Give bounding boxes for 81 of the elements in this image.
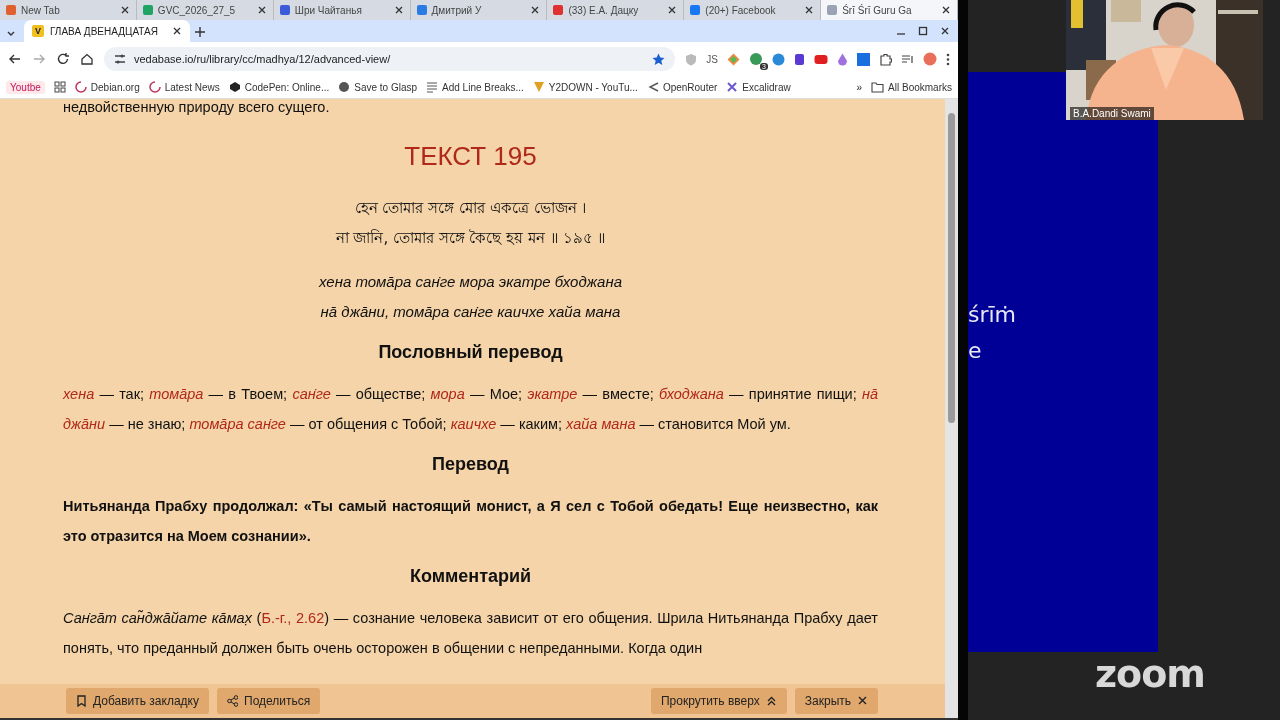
- cross-icon: [726, 81, 739, 93]
- verse-link[interactable]: Б.-г., 2.62: [261, 610, 325, 626]
- star-icon[interactable]: [652, 52, 666, 66]
- v-shape-icon: [532, 81, 545, 93]
- reload-icon[interactable]: [56, 52, 70, 66]
- double-chevron-up-icon: [765, 695, 777, 707]
- participant-name: B.A.Dandi Swami: [1070, 107, 1154, 120]
- bookmark-icon: [76, 695, 87, 707]
- tab-favicon-icon: [690, 5, 701, 15]
- page-icon[interactable]: [794, 52, 805, 66]
- chevron-left-icon: [646, 81, 659, 93]
- close-icon[interactable]: [667, 5, 678, 15]
- cube-icon: [228, 81, 241, 93]
- share-icon: [227, 695, 238, 707]
- tab-favicon-icon: [827, 5, 838, 15]
- close-icon[interactable]: [393, 5, 404, 15]
- synonyms-paragraph: хена — так; тома̄ра — в Твоем; сан̇ге — обществе; мора — Мое; экатре — вместе; бходжана — принятие пищи; на̄ джа̄ни — не знаю; тома̄ра сан̇ге — от общения с Тобой; каичхе — каким; хайа мана — становится Мой ум.: [63, 385, 878, 434]
- menu-icon[interactable]: [946, 52, 950, 66]
- tab-favicon-icon: [279, 5, 290, 15]
- extension-label[interactable]: JS: [706, 53, 718, 65]
- all-bookmarks[interactable]: All Bookmarks: [871, 81, 952, 93]
- scrollbar[interactable]: [945, 99, 958, 718]
- drop-icon[interactable]: [837, 52, 848, 66]
- paragraph-text: недвойственную природу всего сущего.: [63, 99, 331, 115]
- bengali-verse-line: না জানি, তোমার সঙ্গে কৈছে হয় মন ॥ ১৯৫ ॥: [335, 228, 606, 249]
- tab-favicon-icon: [6, 5, 16, 15]
- share-button[interactable]: Поделиться: [217, 688, 321, 714]
- bookmark-item[interactable]: CodePen: Online...: [228, 81, 330, 93]
- media-icon[interactable]: [901, 52, 914, 66]
- verse-title: ТЕКСТ 195: [403, 140, 538, 173]
- folder-icon: [871, 81, 885, 93]
- scroll-up-button[interactable]: Прокрутить вверх: [650, 688, 787, 714]
- bengali-verse-line: হেন তোমার সঙ্গে মোর একত্রে ভোজন ।: [354, 198, 587, 219]
- section-heading: Пословный перевод: [377, 341, 564, 364]
- section-heading: Перевод: [431, 453, 510, 476]
- close-button[interactable]: Закрыть: [794, 688, 878, 714]
- active-tab[interactable]: V ГЛАВА ДВЕНАДЦАТАЯ: [24, 20, 190, 42]
- profile-icon[interactable]: [923, 52, 937, 66]
- transliteration-line: на̄ джа̄ни, тома̄ра сан̇ге каичхе хайа мана: [320, 302, 621, 322]
- lines-icon: [426, 81, 439, 93]
- close-icon[interactable]: [530, 5, 541, 15]
- slide-text: e: [968, 337, 983, 365]
- section-heading: Комментарий: [408, 565, 533, 588]
- scrollbar-thumb[interactable]: [948, 113, 955, 423]
- site-settings-icon: [114, 53, 126, 65]
- square-icon[interactable]: [857, 52, 870, 66]
- bookmark-item[interactable]: OpenRouter: [646, 81, 718, 93]
- tab-favicon-icon: [553, 5, 564, 15]
- slide-text: śrīṁ: [968, 301, 1018, 329]
- bookmark-button[interactable]: Добавить закладку: [66, 688, 209, 714]
- tab-favicon-icon: [142, 5, 153, 15]
- bookmark-item[interactable]: Excalidraw: [726, 81, 791, 93]
- puzzle-icon[interactable]: [879, 52, 892, 66]
- translation-paragraph: Нитьянанда Прабху продолжал: «Ты самый настоящий монист, а Я сел с Тобой обедать! Еще неизвестно, как это отразится на Моем сознании».: [63, 497, 878, 546]
- zoom-logo: zoom: [1095, 656, 1206, 686]
- close-icon[interactable]: [941, 5, 951, 15]
- bookmark-item[interactable]: Save to Glasp: [338, 81, 418, 93]
- bookmarks-overflow[interactable]: »: [856, 81, 863, 93]
- diamond-icon[interactable]: [727, 52, 740, 66]
- tab-favicon: V: [32, 25, 44, 37]
- home-icon[interactable]: [80, 52, 94, 66]
- bookmark-item[interactable]: Y2DOWN - YouTu...: [532, 81, 638, 93]
- maximize-icon[interactable]: [918, 26, 928, 36]
- address-bar[interactable]: vedabase.io/ru/library/cc/madhya/12/advanced-view/: [104, 47, 676, 71]
- close-icon[interactable]: [940, 26, 950, 36]
- apps-grid-icon[interactable]: [53, 81, 66, 93]
- close-icon[interactable]: [256, 5, 267, 15]
- tab-favicon-icon: [416, 5, 427, 15]
- close-icon[interactable]: [119, 5, 130, 15]
- close-icon: [857, 695, 868, 707]
- bookmark-item[interactable]: Debian.org: [74, 81, 140, 93]
- bookmark-item[interactable]: Latest News: [148, 81, 220, 93]
- bookmark-item[interactable]: Add Line Breaks...: [426, 81, 524, 93]
- back-icon[interactable]: [8, 52, 22, 66]
- browser-tab[interactable]: Śrī Śrī Guru Ga: [821, 0, 958, 20]
- video-icon[interactable]: [814, 53, 828, 65]
- bookmark-item[interactable]: Youtbe: [6, 80, 45, 94]
- commentary-paragraph: Сан̇га̄т сан̃джа̄йате ка̄мах̣ (Б.-г., 2.62) — сознание человека зависит от его общения. Шрила Нитьянанда Прабху дает понять, что преданный должен быть очень осторожен в общении с непреданными. Когда один: [63, 609, 878, 658]
- close-icon[interactable]: [804, 5, 815, 15]
- close-icon[interactable]: [172, 26, 182, 36]
- transliteration-line: хена тома̄ра сан̇ге мора экатре бходжана: [318, 272, 622, 292]
